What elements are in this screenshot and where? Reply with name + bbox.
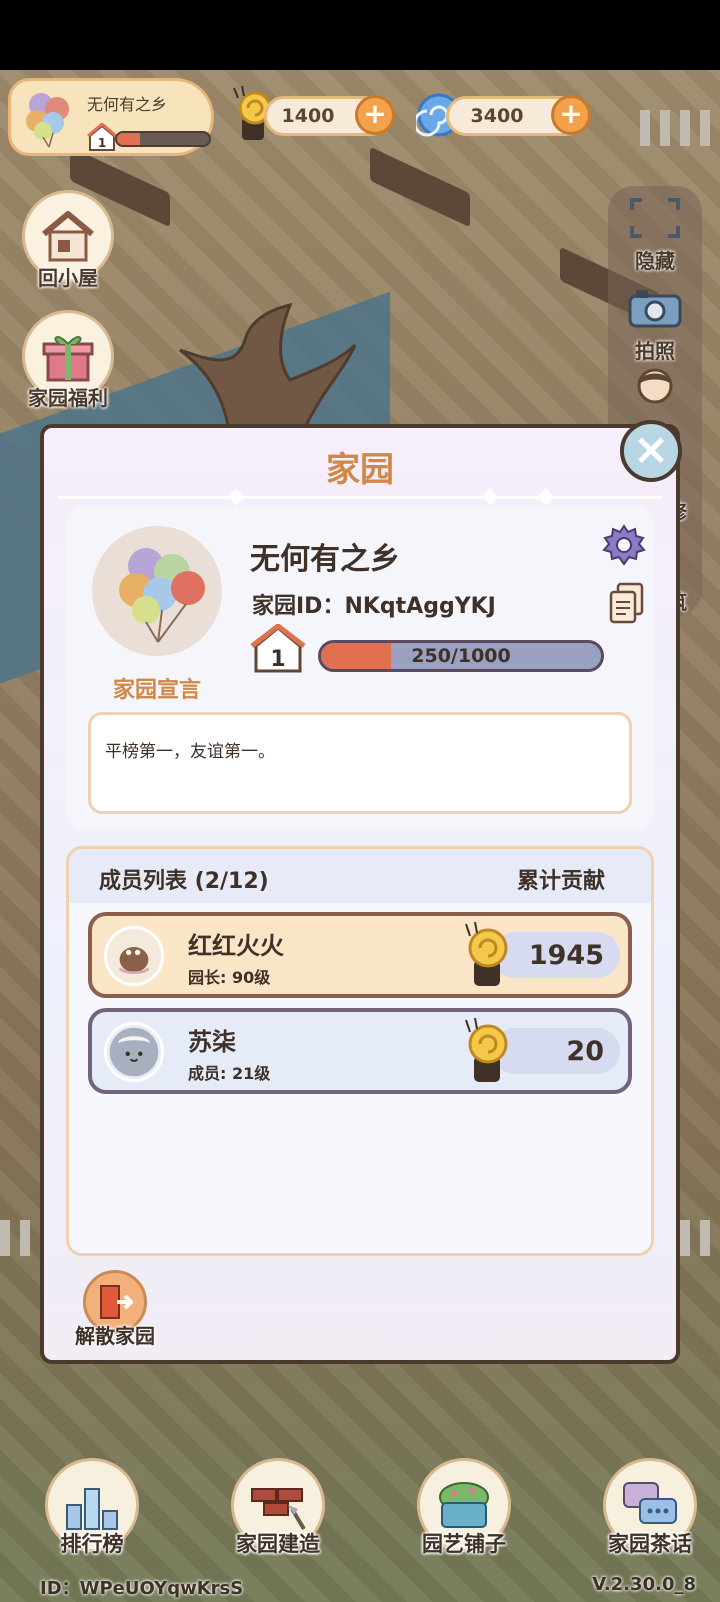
photo-label: 拍照 [635,339,675,363]
member-row[interactable]: 苏柒 成员: 21级 20 [88,1008,632,1094]
avatar [104,1022,164,1082]
member-row[interactable]: 红红火火 园长: 90级 1945 [88,912,632,998]
camera-icon [628,290,682,328]
snail-coin-counter: 1400 + [264,95,395,136]
gem-counter: 3400 + [446,95,591,136]
status-bar [0,0,720,70]
contribution-title: 累计贡献 [516,869,605,894]
player-id: ID：WPeUOYqwKrsS [40,1578,244,1599]
home-name: 无何有之乡 [250,542,400,577]
home-welfare-button[interactable]: 家园福利 [18,310,118,411]
disband-label: 解散家园 [75,1324,155,1348]
nav-label: 家园建造 [236,1532,320,1556]
level-house-icon: 1 [250,624,306,673]
home-id: 家园ID：NKqtAggYKJ [252,594,496,619]
member-rank: 园长: 90级 [188,968,271,987]
snail-coin-icon [465,921,508,986]
title-divider [58,496,662,499]
divider-ornament [537,488,555,506]
back-to-cabin-button[interactable]: 回小屋 [18,190,118,291]
home-welfare-label: 家园福利 [28,386,108,410]
level-house-icon: 1 [87,123,117,151]
divider-ornament [227,488,245,506]
declaration-box[interactable]: 平榜第一，友谊第一。 [88,712,632,814]
hide-button[interactable]: 隐藏 [608,196,702,274]
balloons-icon [26,93,69,148]
contribution-value: 1945 [528,940,604,971]
dialog-title: 家园 [326,450,394,490]
member-name: 苏柒 [188,1028,236,1056]
close-icon: × [632,424,670,475]
version-label: V.2.30.0_8 [592,1574,696,1595]
nav-garden-shop[interactable]: 园艺铺子 [404,1458,524,1558]
settings-gear-icon[interactable] [602,524,646,568]
add-snail-coin-button[interactable]: + [355,95,395,135]
copy-icon[interactable] [608,582,646,624]
avatar [104,926,164,986]
hide-label: 隐藏 [635,249,675,273]
character-icon [637,368,673,404]
back-to-cabin-label: 回小屋 [38,266,98,290]
nav-label: 家园茶话 [608,1532,692,1556]
member-list-header: 成员列表 (2/12) 累计贡献 [69,849,651,903]
home-level: 1 [98,136,106,150]
snail-coin-icon [465,1017,508,1082]
close-button[interactable]: × [620,420,682,482]
gem-value: 3400 [470,105,524,127]
nav-home-build[interactable]: 家园建造 [218,1458,338,1558]
member-count-title: 成员列表 (2/12) [99,869,269,894]
photo-button[interactable]: 拍照 [608,286,702,364]
nav-home-chat[interactable]: 家园茶话 [590,1458,710,1558]
home-card[interactable]: 无何有之乡 1 [8,78,214,156]
nav-label: 排行榜 [60,1532,124,1556]
exp-progress-bar: 250/1000 [318,640,604,672]
contribution-value: 20 [566,1036,604,1067]
add-gem-button[interactable]: + [551,95,591,135]
home-avatar[interactable] [92,526,222,656]
home-name-small: 无何有之乡 [87,95,168,114]
snail-coin-value: 1400 [281,105,335,127]
exp-text: 250/1000 [411,645,511,667]
declaration-text: 平榜第一，友谊第一。 [105,742,275,762]
hide-frame-icon [630,198,680,238]
decorate-button[interactable] [608,364,702,429]
nav-leaderboard[interactable]: 排行榜 [32,1458,152,1558]
disband-home-button[interactable]: 解散家园 [60,1270,170,1349]
declaration-label: 家园宣言 [112,678,201,703]
home-level-large: 1 [270,647,285,672]
home-progress-bar [115,131,211,147]
divider-ornament [481,488,499,506]
nav-label: 园艺铺子 [422,1532,506,1556]
member-name: 红红火火 [188,932,284,960]
member-rank: 成员: 21级 [188,1064,271,1083]
